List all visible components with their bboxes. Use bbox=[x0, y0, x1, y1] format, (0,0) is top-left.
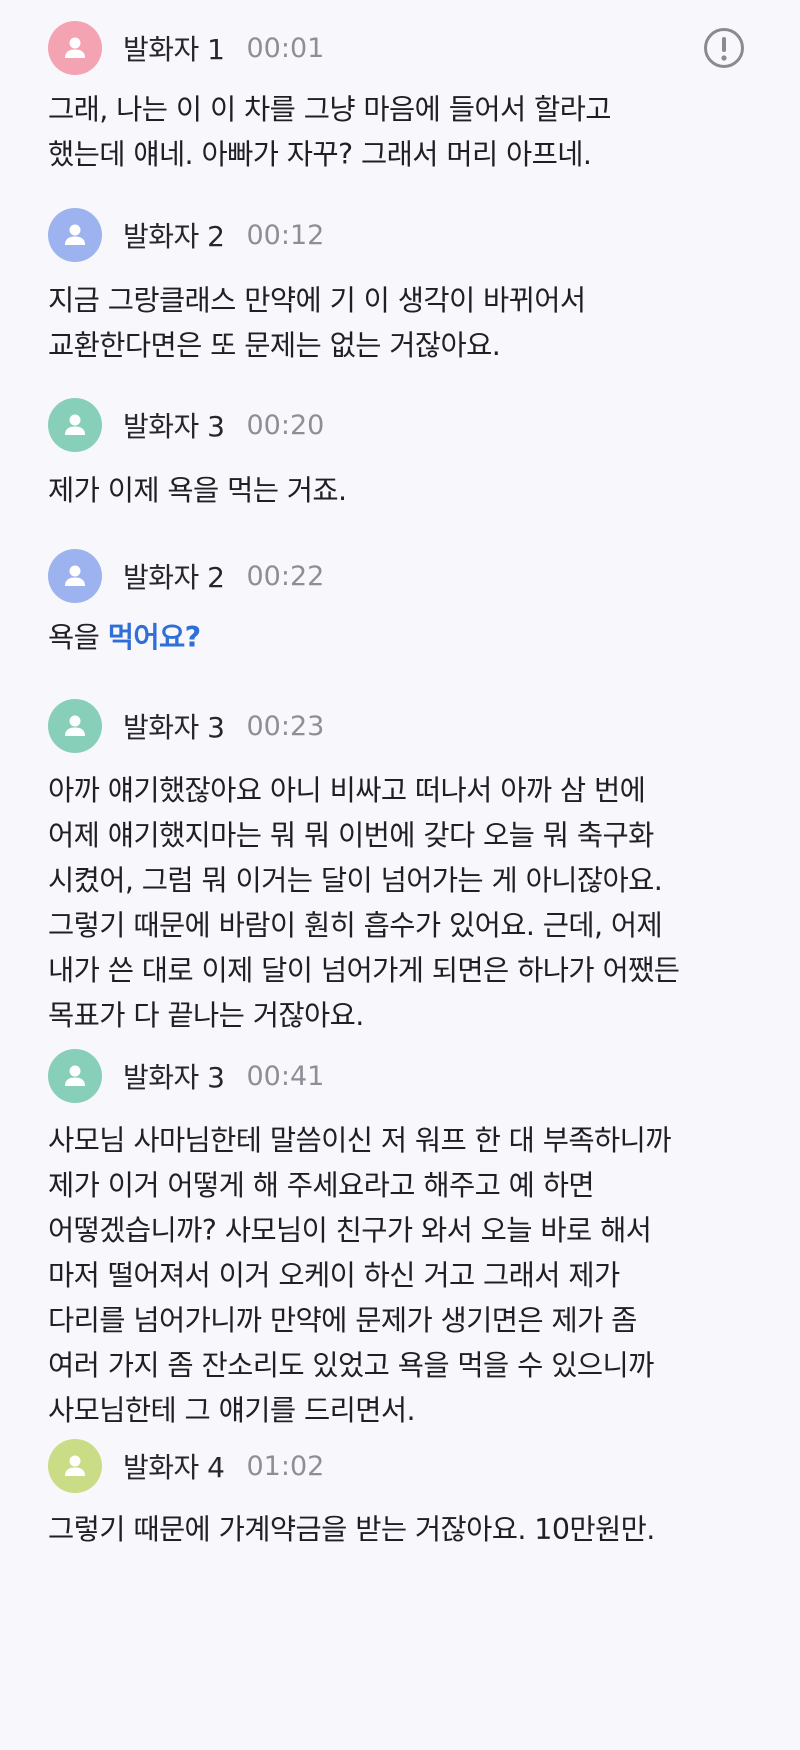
speaker-name: 발화자 1 bbox=[123, 33, 225, 66]
person-icon bbox=[65, 37, 85, 58]
highlighted-word[interactable]: 먹어요? bbox=[108, 621, 201, 654]
timestamp[interactable]: 00:41 bbox=[247, 1061, 325, 1092]
speaker-header: 발화자 2 00:22 bbox=[48, 549, 324, 603]
person-icon bbox=[65, 1455, 85, 1476]
speaker-name: 발화자 4 bbox=[123, 1451, 225, 1484]
speaker-name: 발화자 2 bbox=[123, 220, 225, 253]
timestamp[interactable]: 00:12 bbox=[247, 220, 325, 251]
transcript-line: 교환한다면은 또 문제는 없는 거잖아요. bbox=[48, 329, 501, 362]
person-icon bbox=[65, 414, 85, 435]
transcript-plain-text: 욕을 bbox=[48, 621, 108, 654]
speaker-name: 발화자 3 bbox=[123, 410, 225, 443]
person-icon bbox=[65, 1065, 85, 1086]
transcript-line: 어제 얘기했지마는 뭐 뭐 이번에 갖다 오늘 뭐 축구화 bbox=[48, 819, 654, 852]
speaker-header: 발화자 2 00:12 bbox=[48, 208, 324, 262]
avatar bbox=[48, 1049, 102, 1103]
transcript-text: 아까 얘기했잖아요 아니 비싸고 떠나서 아까 삼 번에 어제 얘기했지마는 뭐… bbox=[48, 768, 768, 1038]
speaker-header: 발화자 3 00:20 bbox=[48, 398, 324, 452]
transcript-line: 그렇기 때문에 가계약금을 받는 거잖아요. 10만원만. bbox=[48, 1513, 655, 1546]
transcript-line: 지금 그랑클래스 만약에 기 이 생각이 바뀌어서 bbox=[48, 284, 586, 317]
transcript-text: 지금 그랑클래스 만약에 기 이 생각이 바뀌어서 교환한다면은 또 문제는 없… bbox=[48, 278, 768, 368]
speaker-header: 발화자 3 00:23 bbox=[48, 699, 324, 753]
transcript-text: 제가 이제 욕을 먹는 거죠. bbox=[48, 468, 768, 513]
speaker-name: 발화자 2 bbox=[123, 561, 225, 594]
timestamp[interactable]: 00:01 bbox=[247, 33, 325, 64]
speaker-header: 발화자 3 00:41 bbox=[48, 1049, 324, 1103]
transcript-line: 제가 이제 욕을 먹는 거죠. bbox=[48, 474, 347, 507]
transcript-line: 마저 떨어져서 이거 오케이 하신 거고 그래서 제가 bbox=[48, 1259, 620, 1292]
transcript-line: 아까 얘기했잖아요 아니 비싸고 떠나서 아까 삼 번에 bbox=[48, 774, 646, 807]
avatar bbox=[48, 1439, 102, 1493]
speaker-header: 발화자 1 00:01 bbox=[48, 21, 324, 75]
timestamp[interactable]: 01:02 bbox=[247, 1451, 325, 1482]
transcript-line: 제가 이거 어떻게 해 주세요라고 해주고 예 하면 bbox=[48, 1169, 595, 1202]
person-icon bbox=[65, 565, 85, 586]
transcript-text: 그래, 나는 이 이 차를 그냥 마음에 들어서 할라고 했는데 얘네. 아빠가… bbox=[48, 87, 768, 177]
timestamp[interactable]: 00:22 bbox=[247, 561, 325, 592]
person-icon bbox=[65, 224, 85, 245]
speaker-name: 발화자 3 bbox=[123, 711, 225, 744]
speaker-name: 발화자 3 bbox=[123, 1061, 225, 1094]
transcript-text: 그렇기 때문에 가계약금을 받는 거잖아요. 10만원만. bbox=[48, 1507, 768, 1552]
transcript-line: 시켰어, 그럼 뭐 이거는 달이 넘어가는 게 아니잖아요. bbox=[48, 864, 663, 897]
transcript-line: 목표가 다 끝나는 거잖아요. bbox=[48, 999, 364, 1032]
transcript-line: 그래, 나는 이 이 차를 그냥 마음에 들어서 할라고 bbox=[48, 93, 612, 126]
transcript-line: 사모님한테 그 얘기를 드리면서. bbox=[48, 1394, 416, 1427]
transcript-line: 그렇기 때문에 바람이 훤히 흡수가 있어요. 근데, 어제 bbox=[48, 909, 663, 942]
transcript-line: 어떻겠습니까? 사모님이 친구가 와서 오늘 바로 해서 bbox=[48, 1214, 652, 1247]
transcript-line: 욕을 먹어요? bbox=[48, 615, 768, 660]
person-icon bbox=[65, 715, 85, 736]
transcript-line: 내가 쓴 대로 이제 달이 넘어가게 되면은 하나가 어쨌든 bbox=[48, 954, 680, 987]
transcript-line: 다리를 넘어가니까 만약에 문제가 생기면은 제가 좀 bbox=[48, 1304, 637, 1337]
avatar bbox=[48, 208, 102, 262]
transcript-line: 했는데 얘네. 아빠가 자꾸? 그래서 머리 아프네. bbox=[48, 138, 592, 171]
transcript-line: 여러 가지 좀 잔소리도 있었고 욕을 먹을 수 있으니까 bbox=[48, 1349, 654, 1382]
avatar bbox=[48, 21, 102, 75]
speaker-header: 발화자 4 01:02 bbox=[48, 1439, 324, 1493]
transcript-text: 사모님 사마님한테 말씀이신 저 워프 한 대 부족하니까 제가 이거 어떻게 … bbox=[48, 1118, 768, 1433]
avatar bbox=[48, 398, 102, 452]
avatar bbox=[48, 549, 102, 603]
transcript-line: 사모님 사마님한테 말씀이신 저 워프 한 대 부족하니까 bbox=[48, 1124, 671, 1157]
transcript-text: 욕을 먹어요? bbox=[48, 615, 768, 660]
avatar bbox=[48, 699, 102, 753]
timestamp[interactable]: 00:23 bbox=[247, 711, 325, 742]
timestamp[interactable]: 00:20 bbox=[247, 410, 325, 441]
exclamation-circle-icon[interactable] bbox=[703, 27, 745, 69]
